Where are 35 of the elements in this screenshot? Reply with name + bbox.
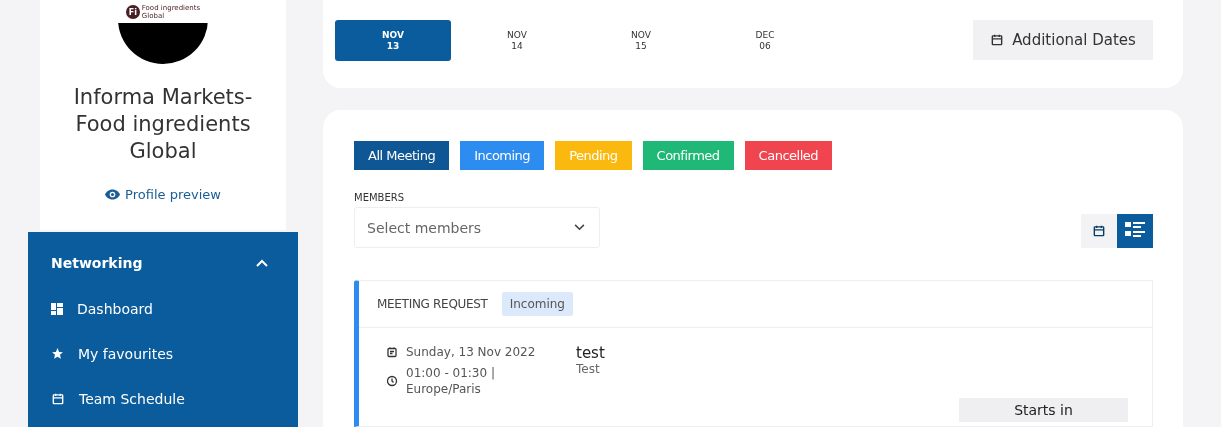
chevron-down-icon — [574, 224, 585, 231]
chevron-icon[interactable] — [256, 259, 268, 267]
date-tab[interactable]: NOV 13 — [335, 20, 451, 61]
meeting-subtitle: Test — [576, 362, 601, 376]
star-icon — [51, 347, 64, 360]
eye-icon — [105, 189, 121, 200]
nav-section-title[interactable]: Networking — [51, 255, 143, 271]
meeting-title: test — [576, 344, 606, 362]
nav-item[interactable]: My favourites — [28, 331, 298, 376]
meeting-date: Sunday, 13 Nov 2022 — [406, 344, 536, 360]
list-icon — [1125, 222, 1145, 240]
members-select[interactable]: Select members — [354, 207, 600, 248]
additional-dates-button[interactable]: Additional Dates — [973, 20, 1153, 60]
profile-preview-link[interactable]: Profile preview — [105, 187, 221, 202]
filter-button[interactable]: All Meeting — [354, 141, 450, 170]
calendar-icon — [51, 391, 65, 406]
nav-item[interactable]: Dashboard — [28, 286, 298, 331]
calendar-view-button[interactable] — [1081, 214, 1117, 248]
clock-icon — [386, 375, 398, 387]
filter-button[interactable]: Cancelled — [744, 141, 832, 170]
list-view-button[interactable] — [1117, 214, 1153, 248]
dashboard-icon — [51, 302, 63, 315]
date-tab[interactable]: DEC 06 — [707, 20, 823, 61]
company-name: Informa Markets-Food ingredients Global — [72, 84, 254, 165]
calendar-icon — [386, 346, 398, 358]
calendar-icon — [1092, 224, 1106, 238]
meeting-time: 01:00 - 01:30 | Europe/Paris — [406, 365, 496, 397]
nav-item[interactable]: Team Schedule — [28, 376, 298, 421]
calendar-icon — [990, 33, 1005, 47]
date-tab[interactable]: NOV 15 — [583, 20, 699, 61]
date-tab[interactable]: NOV 14 — [459, 20, 575, 61]
status-badge: Incoming — [501, 292, 573, 316]
members-label: MEMBERS — [354, 192, 406, 203]
meeting-type: MEETING REQUEST — [377, 297, 488, 311]
starts-in-button[interactable]: Starts in — [959, 398, 1128, 422]
